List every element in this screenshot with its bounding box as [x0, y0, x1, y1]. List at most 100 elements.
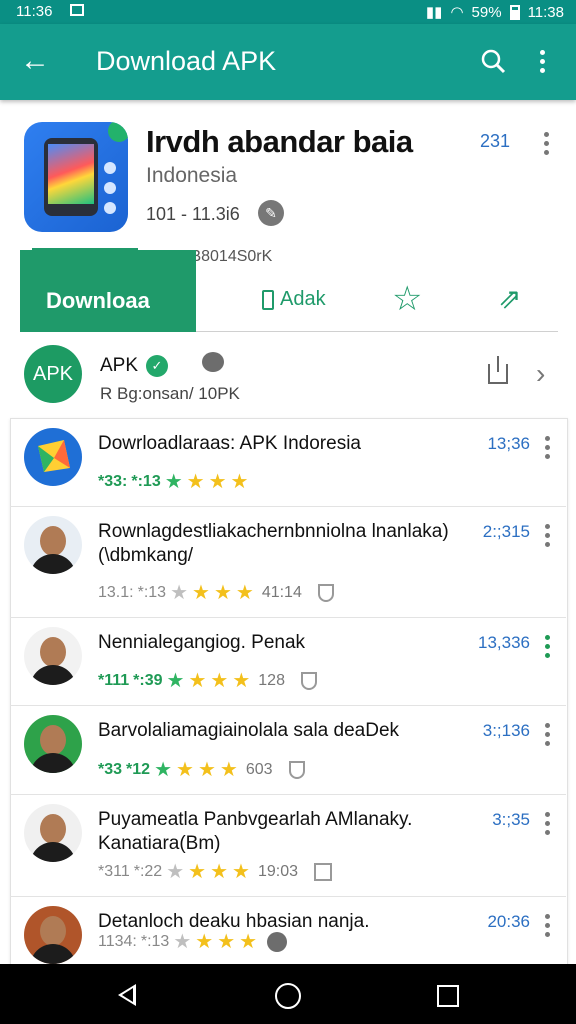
developer-name[interactable]: APK	[100, 355, 138, 377]
nav-home-icon[interactable]	[275, 983, 301, 1009]
list-item-avatar	[24, 428, 82, 486]
list-item-avatar	[24, 627, 82, 685]
rating-count: *33	[98, 761, 123, 778]
upload-icon[interactable]	[488, 356, 508, 384]
rating-extra: 128	[258, 672, 285, 689]
star-icon: ★	[188, 861, 207, 883]
developer-subtitle: R Bg:onsan/ 10PK	[100, 384, 240, 403]
rating-score: *:22	[133, 863, 163, 880]
list-item-avatar	[24, 906, 82, 964]
list-item-title: Rownlagdestliakachernbnniolna lnanlaka) …	[98, 521, 449, 566]
list-item-rating: 1134: *:13 ★ ★ ★ ★	[98, 931, 288, 953]
star-icon: ★	[197, 759, 216, 781]
star-icon: ★	[235, 582, 254, 604]
list-item-rating: *33 *12 ★ ★ ★ ★ 603	[98, 760, 305, 780]
status-right: ▮▮ ◠ 59% 11:38	[425, 3, 564, 22]
star-icon: ★	[213, 582, 232, 604]
list-item-avatar	[24, 715, 82, 773]
star-icon: ★	[154, 759, 172, 781]
rating-count: *33:	[98, 473, 128, 490]
list-item-title: Nennialegangiog. Penak	[98, 632, 306, 653]
star-icon: ★	[208, 471, 227, 493]
nav-recents-icon[interactable]	[437, 985, 459, 1007]
star-icon: ★	[173, 931, 192, 953]
star-icon[interactable]: ☆	[392, 282, 422, 316]
nav-back-icon[interactable]	[118, 984, 136, 1006]
list-item-avatar	[24, 516, 82, 574]
shield-icon	[317, 584, 334, 602]
list-item-count: 13;36	[487, 434, 530, 453]
document-icon	[262, 289, 274, 310]
rating-score: *:13	[131, 473, 161, 490]
navigation-bar	[0, 964, 576, 1024]
star-icon: ★	[219, 759, 238, 781]
app-subtitle: Indonesia	[146, 164, 238, 187]
rating-extra: 603	[245, 761, 273, 778]
rating-score: *:13	[140, 933, 170, 950]
star-icon: ★	[188, 670, 207, 692]
list-item-title: Barvolaliamagiainolala sala deaDek	[98, 720, 400, 741]
list-item-menu-icon[interactable]	[545, 635, 550, 658]
rating-score: *12	[126, 761, 151, 778]
download-button[interactable]: Downloaa	[20, 248, 196, 332]
star-icon: ★	[166, 670, 185, 692]
add-label: Adak	[280, 288, 326, 310]
list-item-menu-icon[interactable]	[545, 524, 550, 547]
back-arrow-icon[interactable]: ←	[20, 46, 50, 76]
divider	[196, 331, 558, 332]
status-time-left: 11:36	[16, 3, 53, 20]
battery-icon	[509, 4, 520, 20]
list-item[interactable]: Puyameatla Panbvgearlah AMlanaky. Kanati…	[10, 794, 566, 897]
app-menu-icon[interactable]	[544, 132, 549, 155]
list-item-count: 2:;315	[482, 522, 530, 541]
battery-percent: 59%	[471, 3, 502, 21]
list-item-rating: 13.1: *:13 ★ ★ ★ ★ 41:14	[98, 583, 334, 603]
list-item-title: Puyameatla Panbvgearlah AMlanaky. Kanati…	[98, 809, 413, 854]
rating-score: *:39	[133, 672, 163, 689]
list-item[interactable]: Rownlagdestliakachernbnniolna lnanlaka) …	[10, 506, 566, 618]
list-item-count: 3:;35	[492, 810, 530, 829]
download-label: Downloaa	[46, 288, 150, 313]
star-icon: ★	[239, 931, 258, 953]
search-icon[interactable]	[480, 48, 506, 74]
page-title: Download APK	[96, 46, 277, 76]
rating-count: 1134:	[98, 933, 137, 950]
rating-count: 13.1:	[98, 584, 134, 601]
star-icon: ★	[164, 471, 183, 493]
star-icon: ★	[232, 861, 250, 883]
badge-icon	[267, 932, 288, 952]
signal-icon: ▮▮	[425, 4, 443, 21]
chevron-right-icon[interactable]: ›	[536, 360, 545, 388]
image-notification-icon	[70, 4, 84, 16]
list-item-menu-icon[interactable]	[545, 723, 550, 746]
verified-icon: ✓	[146, 355, 168, 377]
square-icon	[314, 863, 332, 881]
camera-icon	[202, 352, 224, 372]
rating-count: *311	[98, 863, 130, 880]
list-item-menu-icon[interactable]	[545, 914, 550, 937]
star-icon: ★	[195, 931, 214, 953]
status-bar: 11:36 ▮▮ ◠ 59% 11:38	[0, 0, 576, 24]
app-bar: ← Download APK	[0, 24, 576, 100]
add-button[interactable]: Adak	[262, 288, 326, 311]
list-item[interactable]: Nennialegangiog. Penak 13,336 *111 *:39 ★ ★ ★ ★…	[10, 617, 566, 706]
star-icon: ★	[186, 471, 205, 493]
star-icon: ★	[210, 861, 229, 883]
list-item[interactable]: Detanloch deaku hbasian nanja. 20:36 1134:…	[10, 896, 566, 966]
list-item-count: 20:36	[487, 912, 530, 931]
list-item-menu-icon[interactable]	[545, 812, 550, 835]
rating-count: *111	[98, 672, 130, 689]
list-item-rating: *33: *:13 ★ ★ ★ ★	[98, 472, 248, 492]
list-item[interactable]: Dowrloadlaraas: APK Indoresia 13;36 *33: *:…	[10, 418, 566, 507]
list-item-count: 3:;136	[482, 721, 530, 740]
list-item-rating: *311 *:22 ★ ★ ★ ★ 19:03	[98, 862, 332, 882]
wifi-icon: ◠	[450, 4, 464, 21]
star-icon: ★	[217, 931, 236, 953]
list-item-menu-icon[interactable]	[545, 436, 550, 459]
app-meta: 101 - 11.3i6	[146, 204, 240, 224]
overflow-menu-icon[interactable]	[540, 50, 545, 73]
list-item-title: Dowrloadlaraas: APK Indoresia	[98, 433, 361, 454]
rating-extra: 41:14	[261, 584, 302, 601]
share-icon[interactable]: ⇗	[498, 285, 521, 313]
list-item[interactable]: Barvolaliamagiainolala sala deaDek 3:;136…	[10, 705, 566, 795]
